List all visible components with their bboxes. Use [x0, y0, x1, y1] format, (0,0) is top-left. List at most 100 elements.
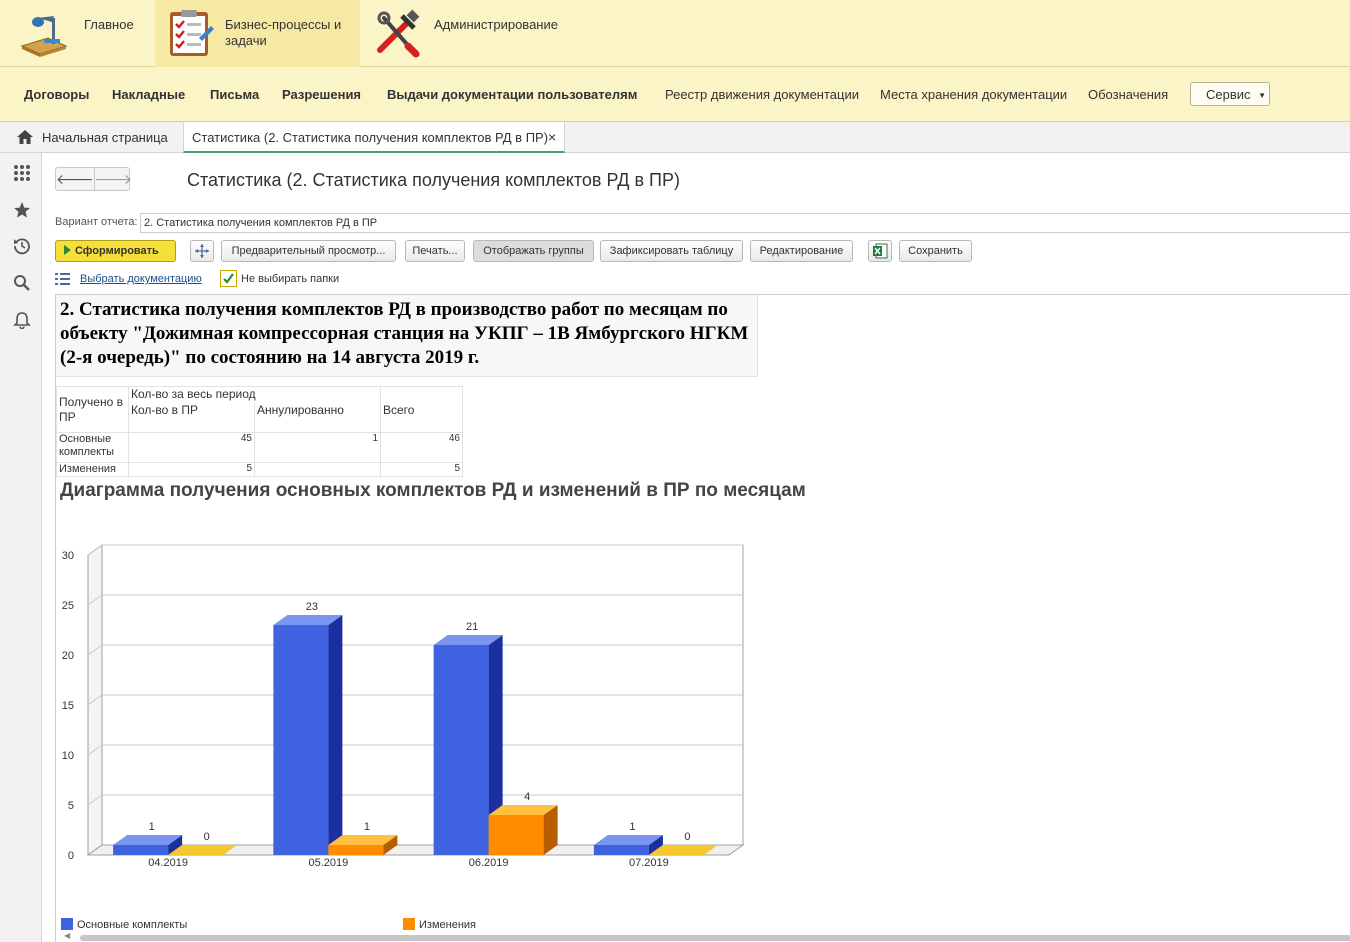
scroll-left-icon: ◀	[64, 931, 71, 940]
excel-icon	[873, 243, 888, 259]
home-icon	[17, 130, 33, 144]
y-tick-label: 0	[68, 850, 74, 862]
tab-statistics[interactable]: Статистика (2. Статистика получения комп…	[183, 122, 565, 153]
data-label: 1	[149, 821, 155, 833]
bar-side	[328, 615, 343, 855]
col-cancelled-header: Аннулированно	[254, 402, 381, 433]
no-folders-label: Не выбирать папки	[241, 273, 340, 285]
group-header: Кол-во за весь период	[128, 386, 381, 403]
section-main-label: Главное	[84, 17, 134, 32]
section-administration[interactable]: Администрирование	[360, 0, 580, 67]
horizontal-scrollbar[interactable]: ◀	[64, 931, 1350, 942]
data-label: 1	[629, 821, 635, 833]
cell-main-cancelled: 1	[254, 432, 381, 463]
dropdown-arrow-icon: ▼	[1258, 91, 1267, 100]
variant-label: Вариант отчета:	[55, 216, 138, 228]
checkmark-icon	[223, 273, 234, 284]
nav-letters[interactable]: Письма	[210, 87, 259, 102]
edit-button[interactable]: Редактирование	[750, 240, 853, 262]
bar-front	[433, 645, 489, 855]
service-menu-button[interactable]: Сервис ▼	[1190, 82, 1270, 106]
history-icon[interactable]	[13, 237, 31, 255]
nav-doc-movement-registry[interactable]: Реестр движения документации	[665, 87, 859, 102]
row-label-main: Основные комплекты	[56, 432, 129, 463]
report-title: 2. Статистика получения комплектов РД в …	[56, 295, 758, 377]
bar-chart: 0510152025301004.201923105.201921406.201…	[62, 544, 745, 869]
list-select-icon	[55, 273, 70, 285]
cell-changes-total: 5	[380, 462, 463, 477]
preview-button[interactable]: Предварительный просмотр...	[221, 240, 396, 262]
move-arrows-icon	[195, 244, 209, 258]
section-main[interactable]: Главное	[0, 0, 155, 67]
bar-front	[488, 815, 544, 855]
nav-designations[interactable]: Обозначения	[1088, 87, 1168, 102]
tab-home[interactable]: Начальная страница	[0, 122, 180, 153]
report-document[interactable]: 2. Статистика получения комплектов РД в …	[55, 294, 1350, 942]
col-received-header: Кол-во в ПР	[128, 402, 255, 433]
play-icon	[64, 245, 71, 255]
section-administration-label: Администрирование	[434, 17, 558, 32]
nav-permissions[interactable]: Разрешения	[282, 87, 361, 102]
x-tick-label: 07.2019	[629, 857, 669, 869]
nav-doc-issues[interactable]: Выдачи документации пользователям	[387, 87, 637, 102]
data-label: 0	[684, 831, 690, 843]
fix-table-button[interactable]: Зафиксировать таблицу	[600, 240, 743, 262]
section-business-processes[interactable]: Бизнес-процессы и задачи	[155, 0, 360, 67]
show-groups-button[interactable]: Отображать группы	[473, 240, 594, 262]
excel-button[interactable]	[868, 240, 892, 262]
y-tick-label: 20	[62, 650, 74, 662]
open-windows-tabs: Начальная страница Статистика (2. Статис…	[0, 122, 1350, 153]
close-icon[interactable]: ×	[548, 129, 556, 145]
nav-contracts[interactable]: Договоры	[24, 87, 89, 102]
generate-label: Сформировать	[75, 245, 159, 257]
left-panel	[0, 153, 42, 942]
y-tick-label: 5	[68, 800, 74, 812]
desk-lamp-icon	[20, 16, 68, 57]
nav-doc-storage-places[interactable]: Места хранения документации	[880, 87, 1067, 102]
row-label-changes: Изменения	[56, 462, 129, 477]
star-icon[interactable]	[13, 201, 31, 219]
back-button[interactable]: 🡐	[56, 168, 94, 190]
bar-front	[593, 845, 649, 855]
no-folders-checkbox[interactable]	[220, 270, 237, 287]
scrollbar-thumb[interactable]	[80, 935, 1350, 941]
settings-button[interactable]	[190, 240, 214, 262]
x-tick-label: 04.2019	[148, 857, 188, 869]
legend-swatch-changes	[403, 918, 415, 930]
search-icon[interactable]	[13, 274, 31, 292]
apps-grid-icon[interactable]	[13, 164, 31, 182]
navigation-panel: Договоры Накладные Письма Разрешения Выд…	[0, 67, 1350, 122]
variant-field[interactable]: 2. Статистика получения комплектов РД в …	[140, 213, 1350, 233]
data-label: 0	[204, 831, 210, 843]
checklist-icon	[170, 10, 214, 56]
bar-front	[273, 625, 329, 855]
form-title: Статистика (2. Статистика получения комп…	[187, 170, 680, 190]
legend-item-changes: Изменения	[403, 918, 476, 931]
print-button[interactable]: Печать...	[405, 240, 465, 262]
data-label: 21	[466, 621, 478, 633]
x-tick-label: 05.2019	[308, 857, 348, 869]
select-documentation-link[interactable]: Выбрать документацию	[80, 273, 202, 285]
tools-icon	[377, 9, 420, 58]
generate-button[interactable]: Сформировать	[55, 240, 176, 262]
tab-statistics-label: Статистика (2. Статистика получения комп…	[192, 130, 549, 145]
tab-home-label: Начальная страница	[42, 130, 168, 145]
legend-swatch-main	[61, 918, 73, 930]
legend-item-main: Основные комплекты	[61, 918, 187, 931]
cell-changes-received: 5	[128, 462, 255, 477]
nav-invoices[interactable]: Накладные	[112, 87, 185, 102]
cell-main-total: 46	[380, 432, 463, 463]
y-tick-label: 25	[62, 600, 74, 612]
data-label: 1	[364, 821, 370, 833]
data-label: 4	[524, 791, 530, 803]
statistics-table: Получено в ПР Кол-во за весь период Всег…	[56, 386, 463, 477]
section-business-processes-label: Бизнес-процессы и задачи	[225, 17, 342, 48]
y-tick-label: 15	[62, 700, 74, 712]
forward-button[interactable]: 🡒	[93, 168, 132, 190]
data-label: 23	[306, 601, 318, 613]
chart-title: Диаграмма получения основных комплектов …	[60, 480, 806, 501]
cell-changes-cancelled	[254, 462, 381, 477]
save-button[interactable]: Сохранить	[899, 240, 972, 262]
bar-front	[328, 845, 384, 855]
bell-icon[interactable]	[13, 311, 31, 329]
